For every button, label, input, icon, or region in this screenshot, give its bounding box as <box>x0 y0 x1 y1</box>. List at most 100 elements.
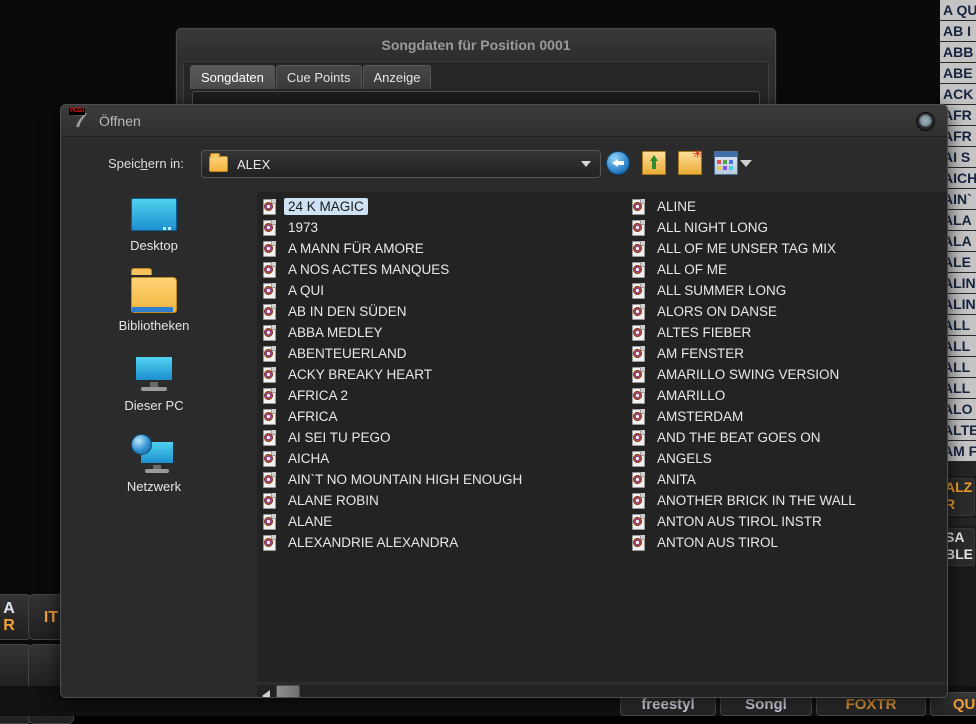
file-list-item-label: AMSTERDAM <box>657 409 744 424</box>
songdaten-tab[interactable]: Cue Points <box>275 65 362 89</box>
songdaten-tab[interactable]: Songdaten <box>190 65 275 89</box>
scroll-left-arrow-icon[interactable] <box>262 690 270 697</box>
audio-file-icon <box>263 450 276 467</box>
background-song-strip-item[interactable]: ABE <box>940 63 976 84</box>
open-dialog-title: Öffnen <box>99 112 141 129</box>
open-dialog-titlebar[interactable]: PCDJ 7 Öffnen <box>61 105 947 137</box>
file-list-item[interactable]: ALL OF ME <box>626 259 947 280</box>
libraries-folder-icon <box>131 273 177 313</box>
file-list-item[interactable]: ALINE <box>626 196 947 217</box>
file-list-item[interactable]: AND THE BEAT GOES ON <box>626 427 947 448</box>
file-list-item-label: ABBA MEDLEY <box>288 325 383 340</box>
file-list-item[interactable]: 1973 <box>257 217 626 238</box>
file-list-item[interactable]: ALEXANDRIE ALEXANDRA <box>257 532 626 553</box>
file-list-item[interactable]: ANOTHER BRICK IN THE WALL <box>626 490 947 511</box>
desktop-icon <box>131 193 177 233</box>
background-song-strip-item[interactable]: AB I <box>940 21 976 42</box>
background-song-strip-item[interactable]: A QU <box>940 0 976 21</box>
file-list-item[interactable]: ALL NIGHT LONG <box>626 217 947 238</box>
file-list-item[interactable]: AMARILLO <box>626 385 947 406</box>
file-list-item[interactable]: AIN`T NO MOUNTAIN HIGH ENOUGH <box>257 469 626 490</box>
audio-file-icon <box>263 324 276 341</box>
up-one-level-icon[interactable] <box>642 151 666 175</box>
toolbar-icons <box>606 147 752 179</box>
songdaten-title: Songdaten für Position 0001 <box>177 29 775 61</box>
file-list-item-label: ABENTEUERLAND <box>288 346 407 361</box>
audio-file-icon <box>263 198 276 215</box>
audio-file-icon <box>263 408 276 425</box>
place-item-bibliotheken[interactable]: Bibliotheken <box>79 273 229 353</box>
audio-file-icon <box>632 492 645 509</box>
file-list-item[interactable]: ACKY BREAKY HEART <box>257 364 626 385</box>
audio-file-icon <box>263 366 276 383</box>
place-item-desktop[interactable]: Desktop <box>79 193 229 273</box>
file-list-item[interactable]: ANTON AUS TIROL <box>626 532 947 553</box>
place-label-desktop: Desktop <box>130 238 178 253</box>
file-list-item[interactable]: AB IN DEN SÜDEN <box>257 301 626 322</box>
audio-file-icon <box>263 387 276 404</box>
audio-file-icon <box>632 387 645 404</box>
file-list-item-label: A NOS ACTES MANQUES <box>288 262 450 277</box>
file-list-item[interactable]: ANITA <box>626 469 947 490</box>
file-list-item-label: ALORS ON DANSE <box>657 304 778 319</box>
views-icon[interactable] <box>714 151 738 175</box>
file-list-item-label: ALL OF ME <box>657 262 728 277</box>
scrollbar-thumb[interactable] <box>276 685 300 697</box>
file-list-item[interactable]: A QUI <box>257 280 626 301</box>
audio-file-icon <box>263 282 276 299</box>
audio-file-icon <box>263 261 276 278</box>
audio-file-icon <box>632 408 645 425</box>
file-list[interactable]: 24 K MAGIC 1973 A MANN FÜR AMORE A NOS ACTE… <box>257 192 947 682</box>
audio-file-icon <box>632 240 645 257</box>
background-song-strip-item[interactable]: ACK <box>940 84 976 105</box>
views-dropdown-arrow-icon[interactable] <box>740 159 752 167</box>
file-list-item[interactable]: AMARILLO SWING VERSION <box>626 364 947 385</box>
file-list-item[interactable]: ALANE <box>257 511 626 532</box>
place-item-netzwerk[interactable]: Netzwerk <box>79 433 229 513</box>
place-label-dieser-pc: Dieser PC <box>124 398 184 413</box>
file-list-item-label: ALANE <box>288 514 333 529</box>
file-list-item[interactable]: A NOS ACTES MANQUES <box>257 259 626 280</box>
file-list-item-label: AFRICA 2 <box>288 388 349 403</box>
songdaten-tabs: Songdaten Cue Points Anzeige <box>184 62 768 91</box>
songdaten-tab[interactable]: Anzeige <box>362 65 432 89</box>
file-list-item[interactable]: ABBA MEDLEY <box>257 322 626 343</box>
file-list-item[interactable]: ALTES FIEBER <box>626 322 947 343</box>
file-list-item[interactable]: ABENTEUERLAND <box>257 343 626 364</box>
file-list-item[interactable]: A MANN FÜR AMORE <box>257 238 626 259</box>
file-list-item-label: ANGELS <box>657 451 712 466</box>
file-list-item[interactable]: ALL OF ME UNSER TAG MIX <box>626 238 947 259</box>
file-list-item[interactable]: AFRICA 2 <box>257 385 626 406</box>
open-dialog-body: Speichern in: ALEX ✳ Desktop Bibliotheke… <box>61 137 947 697</box>
file-list-item[interactable]: AM FENSTER <box>626 343 947 364</box>
file-list-item[interactable]: ANGELS <box>626 448 947 469</box>
file-list-item[interactable]: ALANE ROBIN <box>257 490 626 511</box>
pcdj-logo-tag: PCDJ <box>69 107 86 115</box>
path-combobox[interactable]: ALEX <box>201 150 601 178</box>
back-icon[interactable] <box>606 151 630 175</box>
file-list-item[interactable]: AICHA <box>257 448 626 469</box>
chevron-down-icon[interactable] <box>581 161 591 167</box>
folder-icon <box>209 153 228 172</box>
file-list-item[interactable]: AI SEI TU PEGO <box>257 427 626 448</box>
path-value: ALEX <box>237 156 271 172</box>
file-list-item[interactable]: AFRICA <box>257 406 626 427</box>
network-icon <box>131 434 177 474</box>
background-song-strip-item[interactable]: ABB <box>940 42 976 63</box>
place-item-dieser-pc[interactable]: Dieser PC <box>79 353 229 433</box>
file-list-item[interactable]: ANTON AUS TIROL INSTR <box>626 511 947 532</box>
this-pc-icon <box>132 355 176 393</box>
file-list-item-label: 24 K MAGIC <box>284 198 368 215</box>
file-list-item-label: AIN`T NO MOUNTAIN HIGH ENOUGH <box>288 472 523 487</box>
file-list-item[interactable]: 24 K MAGIC <box>257 196 626 217</box>
file-list-horizontal-scrollbar[interactable] <box>257 685 947 697</box>
help-button[interactable] <box>916 112 935 131</box>
file-list-item[interactable]: AMSTERDAM <box>626 406 947 427</box>
file-list-item-label: A MANN FÜR AMORE <box>288 241 424 256</box>
file-list-item[interactable]: ALORS ON DANSE <box>626 301 947 322</box>
audio-file-icon <box>632 513 645 530</box>
new-folder-icon[interactable] <box>678 147 703 175</box>
file-list-column-2: ALINE ALL NIGHT LONG ALL OF ME UNSER TAG M… <box>626 196 947 553</box>
file-list-item[interactable]: ALL SUMMER LONG <box>626 280 947 301</box>
audio-file-icon <box>632 303 645 320</box>
